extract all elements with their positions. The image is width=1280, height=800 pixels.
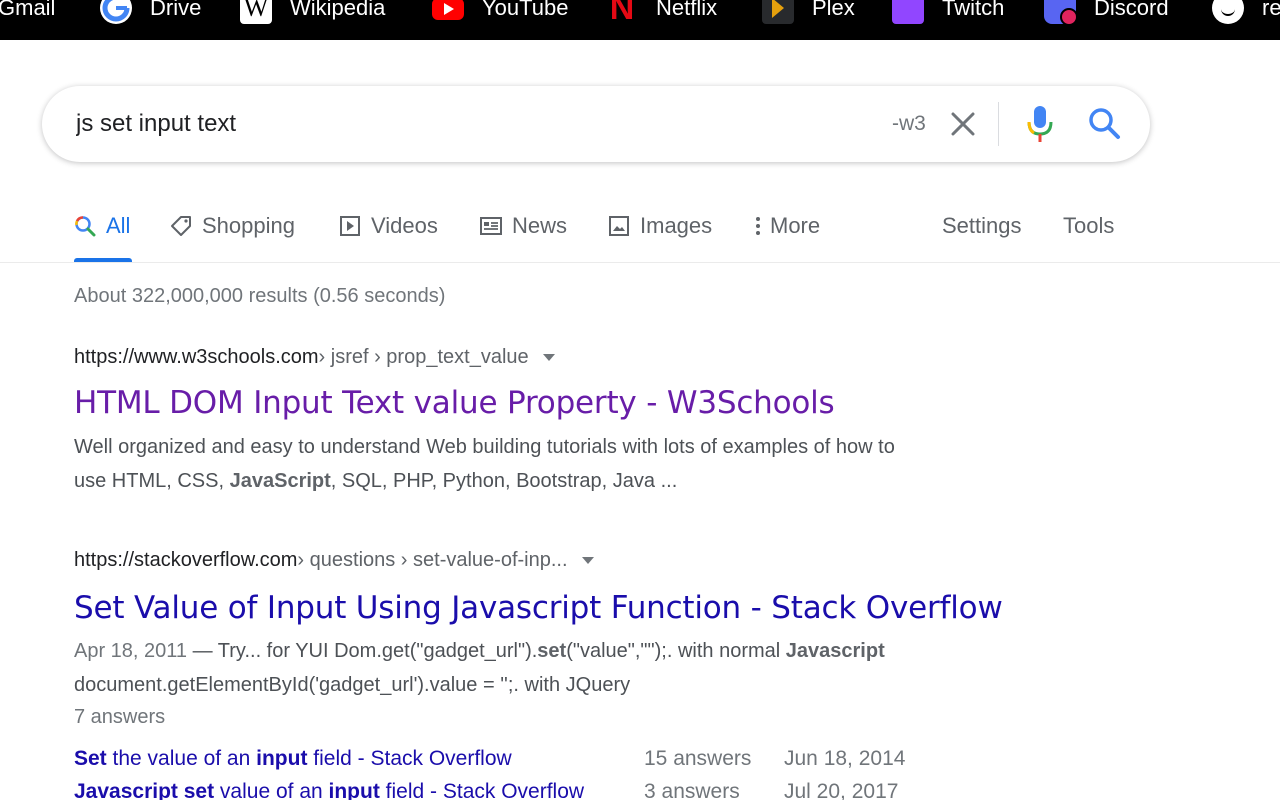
sublink[interactable]: Set the value of an input field - Stack … [74, 747, 512, 771]
result-title-link[interactable]: HTML DOM Input Text value Property - W3S… [74, 385, 835, 421]
tab-label: News [512, 213, 568, 238]
sublink-date: Jul 20, 2017 [784, 780, 899, 800]
search-box: -w3 [42, 86, 1150, 162]
active-tab-indicator [74, 258, 132, 262]
tab-label: Tools [1063, 213, 1115, 238]
snippet-line: Apr 18, 2011 — Try... for YUI Dom.get("g… [74, 640, 885, 662]
caret-down-icon[interactable] [542, 354, 555, 361]
result-url: https://stackoverflow.com › questions › … [74, 549, 594, 572]
tab-shopping[interactable]: Shopping [170, 210, 295, 242]
close-icon [951, 112, 975, 136]
search-suffix-text: -w3 [892, 112, 926, 135]
bookmark-label: Netflix [656, 0, 718, 20]
discord-icon [1044, 0, 1078, 26]
search-submit-button[interactable] [1085, 104, 1125, 144]
twitch-icon [892, 0, 924, 24]
image-icon [608, 215, 630, 237]
bookmark-discord[interactable]: Discord [1044, 0, 1169, 28]
plex-icon [762, 0, 794, 24]
sublink[interactable]: Javascript set value of an input field -… [74, 780, 584, 800]
clear-search-button[interactable] [945, 106, 981, 142]
tab-label: Shopping [202, 213, 295, 238]
sublink-date: Jun 18, 2014 [784, 747, 906, 770]
sublink-answers: 3 answers [644, 780, 740, 800]
caret-down-icon[interactable] [581, 557, 594, 564]
bookmark-gmail[interactable]: Gmail [0, 0, 55, 28]
search-box-divider [998, 102, 999, 146]
tab-images[interactable]: Images [608, 210, 712, 242]
snippet-line: Well organized and easy to understand We… [74, 436, 895, 458]
result-title-link[interactable]: Set Value of Input Using Javascript Func… [74, 590, 1003, 626]
tools-link[interactable]: Tools [1063, 210, 1114, 242]
news-icon [480, 215, 502, 237]
result-domain: https://stackoverflow.com [74, 549, 298, 571]
result-stats: About 322,000,000 results (0.56 seconds) [74, 285, 446, 307]
tab-label: Settings [942, 213, 1022, 238]
sublink-answers: 15 answers [644, 747, 752, 770]
more-vert-icon [752, 215, 764, 237]
tag-icon [170, 215, 192, 237]
bookmarks-bar: Gmail Drive W Wikipedia YouTube N Netfli… [0, 0, 1280, 40]
search-tabs: All Shopping Videos News Images More Set… [0, 190, 1280, 263]
search-input[interactable] [76, 104, 776, 144]
bookmark-label: Wikipedia [290, 0, 386, 20]
youtube-icon [432, 0, 464, 24]
reddit-icon [1212, 0, 1244, 24]
tab-label: Videos [371, 213, 438, 238]
bookmark-plex[interactable]: Plex [762, 0, 855, 28]
tab-more[interactable]: More [752, 210, 820, 242]
play-icon [339, 215, 361, 237]
result-url: https://www.w3schools.com › jsref › prop… [74, 346, 555, 369]
bookmark-label: Twitch [942, 0, 1005, 20]
netflix-icon: N [609, 0, 635, 27]
google-icon [100, 0, 132, 24]
tab-all[interactable]: All [74, 210, 130, 242]
result-path: › jsref › prop_text_value [318, 346, 529, 368]
snippet-line: document.getElementById('gadget_url').va… [74, 674, 631, 696]
result-path: › questions › set-value-of-inp... [297, 549, 568, 571]
bookmark-label: Drive [150, 0, 202, 20]
bookmark-twitch[interactable]: Twitch [892, 0, 1004, 28]
tab-videos[interactable]: Videos [339, 210, 438, 242]
tab-label: More [770, 213, 821, 238]
result-snippet: Apr 18, 2011 — Try... for YUI Dom.get("g… [74, 634, 1034, 702]
bookmark-drive[interactable]: Drive [100, 0, 201, 28]
snippet-line: use HTML, CSS, JavaScript, SQL, PHP, Pyt… [74, 470, 678, 492]
search-icon [1089, 108, 1120, 139]
search-icon [74, 215, 96, 237]
tab-label: Images [640, 213, 713, 238]
bookmark-wikipedia[interactable]: W Wikipedia [240, 0, 385, 28]
bookmark-label: YouTube [482, 0, 569, 20]
result-snippet: Well organized and easy to understand We… [74, 430, 1034, 498]
answers-count: 7 answers [74, 706, 166, 728]
tab-news[interactable]: News [480, 210, 567, 242]
voice-search-button[interactable] [1022, 102, 1058, 146]
bookmark-label: Gmail [0, 0, 56, 20]
snippet-date: Apr 18, 2011 [74, 640, 188, 662]
microphone-icon [1027, 106, 1053, 142]
bookmark-youtube[interactable]: YouTube [432, 0, 568, 28]
wikipedia-icon: W [240, 0, 272, 24]
bookmark-label: Plex [812, 0, 855, 20]
settings-link[interactable]: Settings [942, 210, 1022, 242]
tab-label: All [106, 213, 131, 238]
bookmark-label: Discord [1094, 0, 1169, 20]
result-domain: https://www.w3schools.com [74, 346, 319, 368]
bookmark-netflix[interactable]: N Netflix [606, 0, 717, 28]
bookmark-label: re [1262, 0, 1280, 20]
bookmark-reddit[interactable]: re [1212, 0, 1280, 28]
